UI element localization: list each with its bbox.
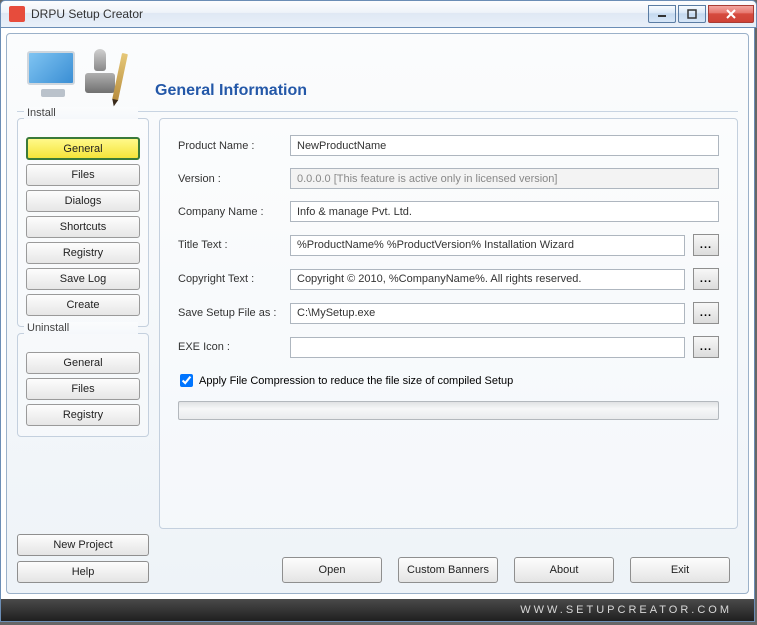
exeicon-browse-button[interactable]: ... [693, 336, 719, 358]
minimize-button[interactable] [648, 5, 676, 23]
company-label: Company Name : [178, 206, 282, 218]
titletext-input[interactable] [290, 235, 685, 256]
titletext-browse-button[interactable]: ... [693, 234, 719, 256]
sidebar: Install General Files Dialogs Shortcuts … [17, 118, 149, 529]
uninstall-group: Uninstall General Files Registry [17, 333, 149, 437]
sidebar-item-registry[interactable]: Registry [26, 242, 140, 264]
product-name-label: Product Name : [178, 140, 282, 152]
sidebar-item-savelog[interactable]: Save Log [26, 268, 140, 290]
window-title: DRPU Setup Creator [31, 7, 648, 21]
install-group-label: Install [24, 107, 138, 119]
maximize-button[interactable] [678, 5, 706, 23]
company-input[interactable] [290, 201, 719, 222]
install-group: Install General Files Dialogs Shortcuts … [17, 118, 149, 327]
progress-bar [178, 401, 719, 420]
open-button[interactable]: Open [282, 557, 382, 583]
sidebar-item-dialogs[interactable]: Dialogs [26, 190, 140, 212]
saveas-label: Save Setup File as : [178, 307, 282, 319]
product-name-input[interactable] [290, 135, 719, 156]
sidebar-item-un-general[interactable]: General [26, 352, 140, 374]
window-body: General Information Install General File… [0, 28, 755, 622]
exeicon-input[interactable] [290, 337, 685, 358]
stamp-icon [85, 49, 115, 95]
compression-label: Apply File Compression to reduce the fil… [199, 375, 513, 387]
sidebar-item-shortcuts[interactable]: Shortcuts [26, 216, 140, 238]
copyright-input[interactable] [290, 269, 685, 290]
footer-url: WWW.SETUPCREATOR.COM [520, 604, 732, 616]
copyright-label: Copyright Text : [178, 273, 282, 285]
version-label: Version : [178, 173, 282, 185]
about-button[interactable]: About [514, 557, 614, 583]
exeicon-label: EXE Icon : [178, 341, 282, 353]
close-button[interactable] [708, 5, 754, 23]
content-panel: Product Name : Version : Company Name : … [159, 118, 738, 529]
saveas-browse-button[interactable]: ... [693, 302, 719, 324]
sidebar-item-create[interactable]: Create [26, 294, 140, 316]
footer-bar: WWW.SETUPCREATOR.COM [1, 599, 754, 621]
monitor-icon [27, 51, 83, 93]
app-icon [9, 6, 25, 22]
sidebar-item-un-files[interactable]: Files [26, 378, 140, 400]
exit-button[interactable]: Exit [630, 557, 730, 583]
titletext-label: Title Text : [178, 239, 282, 251]
uninstall-group-label: Uninstall [24, 322, 138, 334]
version-input [290, 168, 719, 189]
sidebar-item-files[interactable]: Files [26, 164, 140, 186]
copyright-browse-button[interactable]: ... [693, 268, 719, 290]
new-project-button[interactable]: New Project [17, 534, 149, 556]
page-title: General Information [155, 82, 307, 100]
compression-checkbox[interactable] [180, 374, 193, 387]
saveas-input[interactable] [290, 303, 685, 324]
header: General Information [17, 42, 738, 112]
sidebar-item-general[interactable]: General [26, 137, 140, 160]
title-bar: DRPU Setup Creator [0, 0, 757, 28]
header-illustration [23, 49, 143, 105]
help-button[interactable]: Help [17, 561, 149, 583]
custom-banners-button[interactable]: Custom Banners [398, 557, 498, 583]
sidebar-item-un-registry[interactable]: Registry [26, 404, 140, 426]
